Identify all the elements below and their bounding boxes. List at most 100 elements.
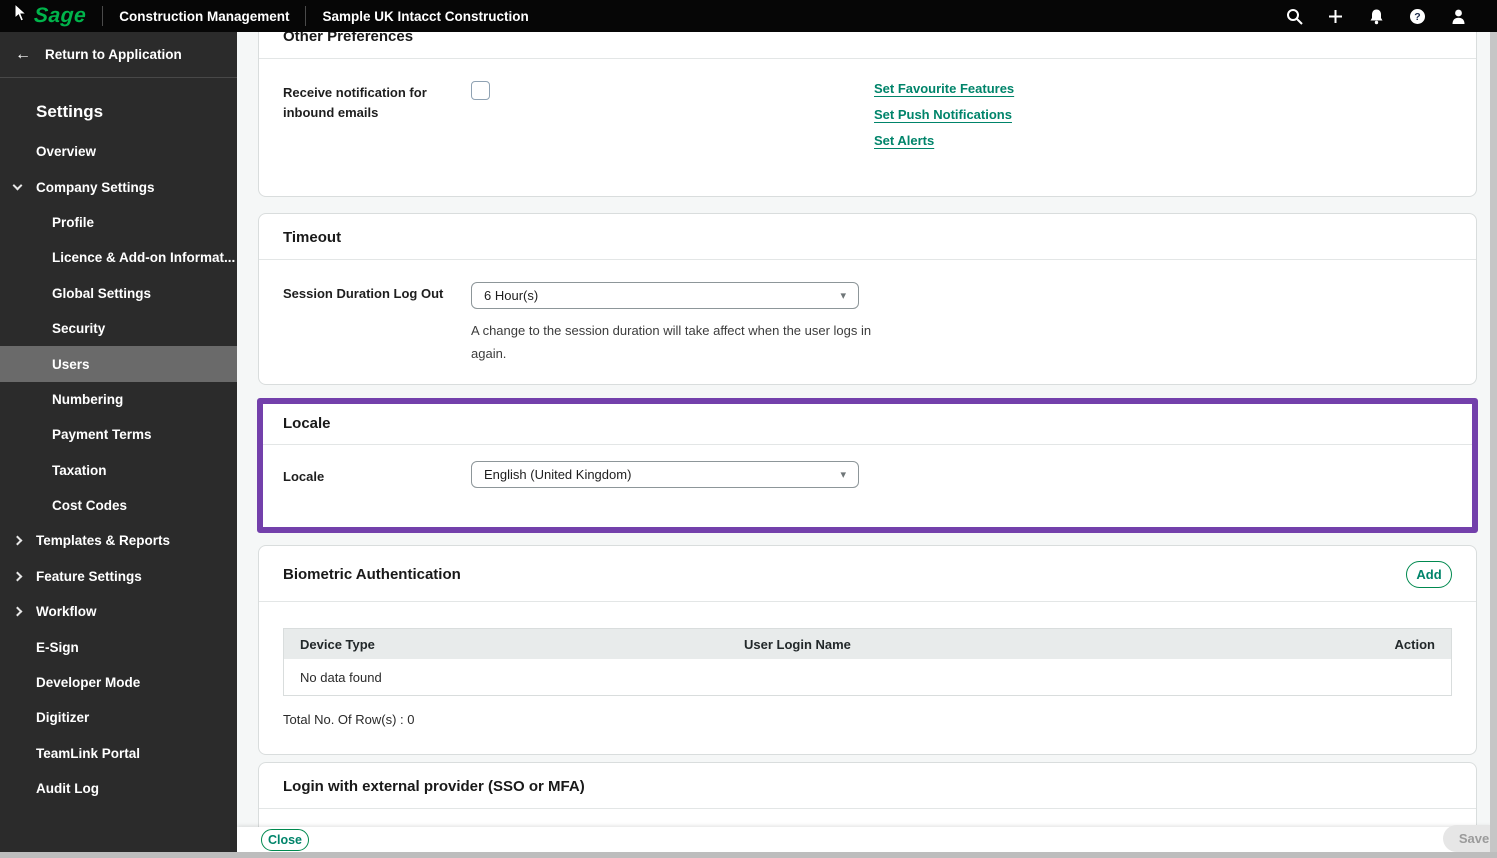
session-duration-dropdown[interactable]: 6 Hour(s) ▾ bbox=[471, 282, 859, 309]
sidebar-item-global-settings[interactable]: Global Settings bbox=[0, 276, 237, 311]
biometric-table-header: Device Type User Login Name Action bbox=[284, 629, 1451, 659]
sidebar-item-e-sign[interactable]: E-Sign bbox=[0, 629, 237, 664]
user-profile-icon[interactable] bbox=[1450, 8, 1467, 25]
svg-text:?: ? bbox=[1414, 11, 1420, 23]
footer-action-bar: Close Save bbox=[237, 825, 1491, 852]
back-arrow-icon: ← bbox=[15, 45, 31, 63]
add-icon[interactable] bbox=[1327, 8, 1344, 25]
total-rows-text: Total No. Of Row(s) : 0 bbox=[283, 712, 415, 727]
help-icon[interactable]: ? bbox=[1409, 8, 1426, 25]
locale-card-highlight: Locale Locale English (United Kingdom) ▾ bbox=[257, 398, 1478, 533]
topbar-divider bbox=[102, 6, 104, 26]
inbound-emails-label: Receive notification for inbound emails bbox=[283, 85, 427, 121]
column-user-login-name: User Login Name bbox=[744, 636, 851, 652]
sidebar-item-label: Taxation bbox=[52, 462, 107, 478]
settings-sidebar: ← Return to Application Settings Overvie… bbox=[0, 32, 237, 852]
inbound-emails-checkbox[interactable] bbox=[471, 81, 490, 100]
locale-title: Locale bbox=[263, 404, 1472, 445]
app-name: Construction Management bbox=[119, 8, 290, 24]
locale-value: English (United Kingdom) bbox=[484, 467, 632, 482]
sidebar-item-label: Licence & Add-on Informat... bbox=[52, 250, 236, 266]
sage-logo[interactable]: Sage bbox=[33, 4, 87, 28]
other-preferences-title: Other Preferences bbox=[259, 32, 1476, 59]
topbar-divider bbox=[305, 6, 307, 26]
chevron-right-icon bbox=[12, 571, 23, 582]
mouse-cursor-icon bbox=[14, 3, 28, 22]
sidebar-item-audit-log[interactable]: Audit Log bbox=[0, 771, 237, 806]
biometric-title: Biometric Authentication bbox=[283, 566, 461, 583]
sidebar-item-label: Profile bbox=[52, 214, 95, 230]
sidebar-item-profile[interactable]: Profile bbox=[0, 205, 237, 240]
sidebar-item-label: Security bbox=[52, 321, 106, 337]
sidebar-item-numbering[interactable]: Numbering bbox=[0, 382, 237, 417]
locale-label: Locale bbox=[283, 469, 325, 484]
other-preferences-card: Other Preferences Receive notification f… bbox=[258, 32, 1477, 197]
window-frame-bottom bbox=[0, 852, 1497, 858]
search-icon[interactable] bbox=[1286, 8, 1303, 25]
dropdown-caret-icon: ▾ bbox=[840, 290, 846, 302]
timeout-card: Timeout Session Duration Log Out 6 Hour(… bbox=[258, 213, 1477, 385]
sidebar-item-users[interactable]: Users bbox=[0, 346, 237, 382]
topbar-actions: ? bbox=[1286, 8, 1497, 25]
sidebar-item-label: Users bbox=[52, 356, 90, 372]
sidebar-item-taxation[interactable]: Taxation bbox=[0, 453, 237, 488]
dropdown-caret-icon: ▾ bbox=[840, 469, 846, 481]
return-to-application[interactable]: ← Return to Application bbox=[0, 32, 237, 78]
notifications-bell-icon[interactable] bbox=[1368, 8, 1385, 25]
sidebar-item-label: Digitizer bbox=[36, 710, 90, 726]
sidebar-item-label: Audit Log bbox=[36, 781, 99, 797]
window-frame-right bbox=[1490, 32, 1497, 858]
close-button[interactable]: Close bbox=[261, 829, 309, 851]
sidebar-item-payment-terms[interactable]: Payment Terms bbox=[0, 417, 237, 452]
chevron-right-icon bbox=[12, 535, 23, 546]
sidebar-item-label: Numbering bbox=[52, 391, 124, 407]
locale-dropdown[interactable]: English (United Kingdom) ▾ bbox=[471, 461, 859, 488]
chevron-down-icon bbox=[12, 180, 23, 191]
session-duration-value: 6 Hour(s) bbox=[484, 288, 539, 303]
add-button[interactable]: Add bbox=[1406, 561, 1452, 588]
sidebar-item-cost-codes[interactable]: Cost Codes bbox=[0, 488, 237, 523]
sidebar-item-label: Templates & Reports bbox=[36, 533, 171, 549]
sidebar-item-feature-settings[interactable]: Feature Settings bbox=[0, 559, 237, 594]
sidebar-item-company-settings[interactable]: Company Settings bbox=[0, 169, 237, 204]
sidebar-item-workflow[interactable]: Workflow bbox=[0, 594, 237, 629]
sidebar-item-label: Company Settings bbox=[36, 179, 155, 195]
sidebar-item-licence-addon[interactable]: Licence & Add-on Informat... bbox=[0, 240, 237, 275]
column-action: Action bbox=[1394, 636, 1435, 652]
session-duration-label: Session Duration Log Out bbox=[283, 286, 444, 301]
set-alerts-link[interactable]: Set Alerts bbox=[874, 133, 1014, 148]
app-window: Sage Construction Management Sample UK I… bbox=[0, 0, 1497, 858]
sidebar-item-label: Cost Codes bbox=[52, 498, 128, 514]
sidebar-title: Settings bbox=[36, 102, 104, 121]
sidebar-item-label: Payment Terms bbox=[52, 427, 152, 443]
sidebar-item-digitizer[interactable]: Digitizer bbox=[0, 700, 237, 735]
sidebar-item-label: TeamLink Portal bbox=[36, 745, 141, 761]
sidebar-nav: Overview Company Settings Profile Licenc… bbox=[0, 134, 237, 806]
table-empty-row: No data found bbox=[284, 659, 1451, 695]
preference-links: Set Favourite Features Set Push Notifica… bbox=[874, 81, 1014, 148]
session-duration-helper-text: A change to the session duration will ta… bbox=[471, 323, 872, 361]
biometric-table: Device Type User Login Name Action No da… bbox=[283, 628, 1452, 696]
return-to-application-label: Return to Application bbox=[45, 47, 182, 62]
sidebar-item-developer-mode[interactable]: Developer Mode bbox=[0, 665, 237, 700]
save-button[interactable]: Save bbox=[1443, 825, 1491, 852]
timeout-title: Timeout bbox=[259, 214, 1476, 260]
sso-title: Login with external provider (SSO or MFA… bbox=[259, 763, 1476, 809]
sidebar-item-label: Global Settings bbox=[52, 285, 152, 301]
sidebar-item-label: E-Sign bbox=[36, 639, 79, 655]
settings-content: Other Preferences Receive notification f… bbox=[237, 32, 1491, 852]
biometric-authentication-card: Biometric Authentication Add Device Type… bbox=[258, 545, 1477, 755]
sidebar-item-security[interactable]: Security bbox=[0, 311, 237, 346]
set-favourite-features-link[interactable]: Set Favourite Features bbox=[874, 81, 1014, 96]
sidebar-item-label: Workflow bbox=[36, 604, 97, 620]
sidebar-item-templates-reports[interactable]: Templates & Reports bbox=[0, 523, 237, 558]
company-name[interactable]: Sample UK Intacct Construction bbox=[322, 9, 528, 24]
sidebar-item-label: Feature Settings bbox=[36, 568, 142, 584]
top-bar: Sage Construction Management Sample UK I… bbox=[0, 0, 1497, 32]
sidebar-item-label: Developer Mode bbox=[36, 675, 141, 691]
sidebar-item-label: Overview bbox=[36, 144, 97, 160]
set-push-notifications-link[interactable]: Set Push Notifications bbox=[874, 107, 1014, 122]
sidebar-item-teamlink-portal[interactable]: TeamLink Portal bbox=[0, 736, 237, 771]
chevron-right-icon bbox=[12, 606, 23, 617]
sidebar-item-overview[interactable]: Overview bbox=[0, 134, 237, 169]
